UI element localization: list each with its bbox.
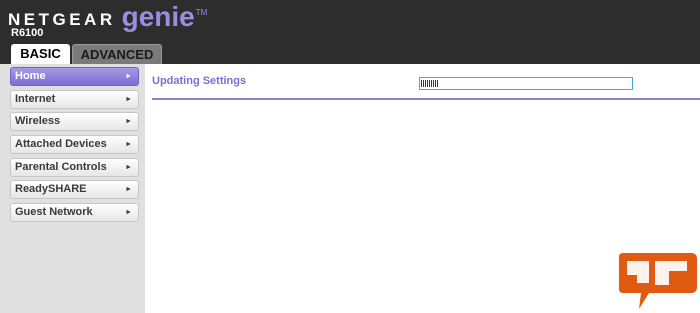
sidebar-item-home[interactable]: Home ►: [10, 67, 139, 86]
content-divider: [152, 98, 700, 100]
tab-basic[interactable]: BASIC: [11, 44, 70, 64]
sidebar-item-label: Attached Devices: [15, 138, 107, 150]
router-model: R6100: [11, 27, 44, 39]
right-triangle-icon: ►: [125, 209, 132, 216]
status-label: Updating Settings: [152, 75, 247, 87]
sidebar-item-label: Home: [15, 70, 46, 82]
sidebar-item-internet[interactable]: Internet ►: [10, 90, 139, 109]
sidebar-item-label: Guest Network: [15, 206, 93, 218]
speech-bubble-logo: [619, 253, 697, 309]
sidebar-item-parental-controls[interactable]: Parental Controls ►: [10, 158, 139, 177]
brand-trademark: TM: [195, 8, 208, 17]
progress-bar: [419, 77, 633, 90]
right-triangle-icon: ►: [125, 73, 132, 80]
right-triangle-icon: ►: [125, 118, 132, 125]
sidebar-item-guest-network[interactable]: Guest Network ►: [10, 203, 139, 222]
sidebar-item-label: Internet: [15, 93, 56, 105]
sidebar-item-readyshare[interactable]: ReadySHARE ►: [10, 180, 139, 199]
sidebar-item-wireless[interactable]: Wireless ►: [10, 112, 139, 131]
progress-fill: [421, 80, 438, 87]
brand-genie: genie: [121, 1, 195, 32]
sidebar-item-label: ReadySHARE: [15, 183, 87, 195]
right-triangle-icon: ►: [125, 186, 132, 193]
sidebar: Home ► Internet ► Wireless ► Attached De…: [0, 64, 145, 313]
right-triangle-icon: ►: [125, 141, 132, 148]
right-triangle-icon: ►: [125, 164, 132, 171]
sidebar-item-label: Wireless: [15, 115, 61, 127]
tab-advanced[interactable]: ADVANCED: [72, 44, 162, 64]
sidebar-item-attached-devices[interactable]: Attached Devices ►: [10, 135, 139, 154]
header-bar: NETGEAR genie TM R6100 BASIC ADVANCED: [0, 0, 700, 64]
sidebar-item-label: Parental Controls: [15, 161, 107, 173]
right-triangle-icon: ►: [125, 96, 132, 103]
